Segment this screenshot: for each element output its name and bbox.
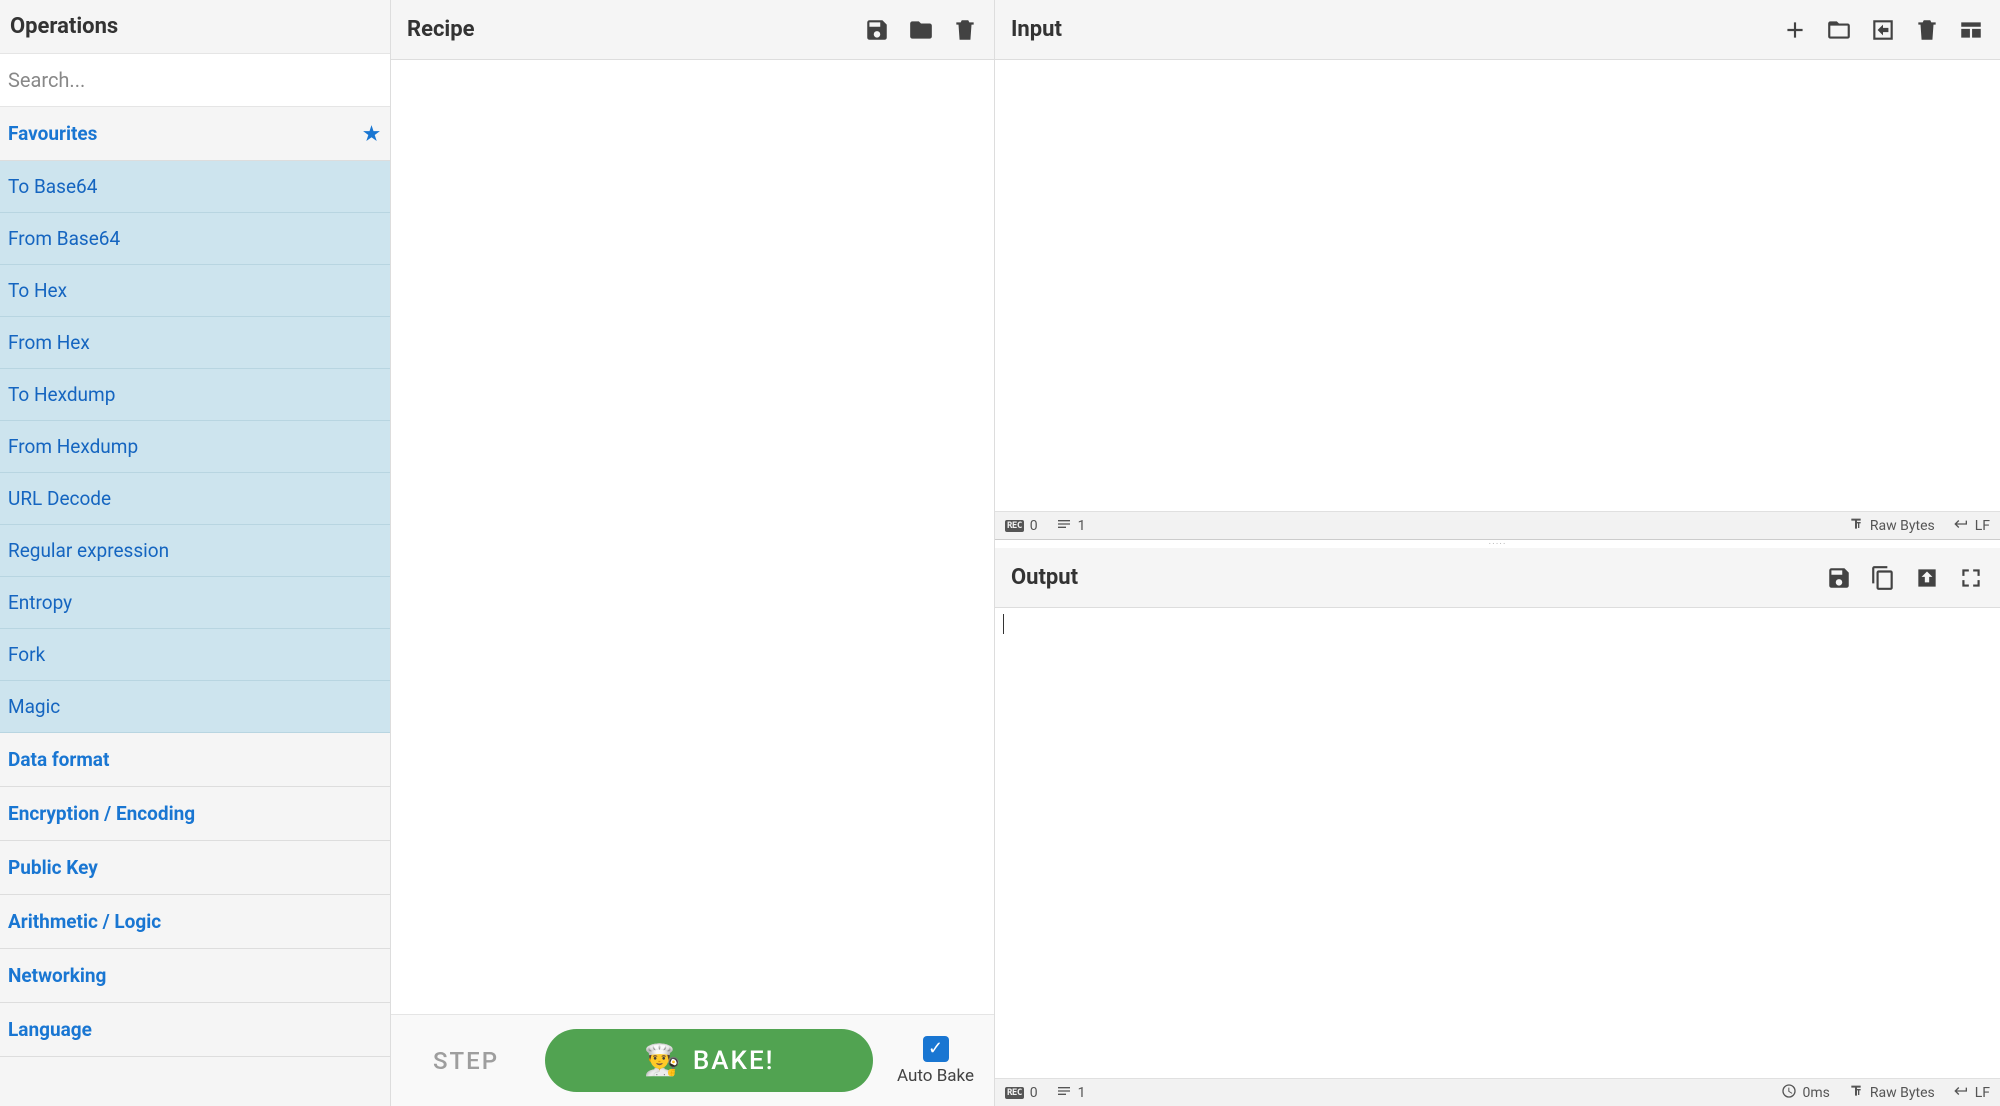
operation-item[interactable]: To Base64 — [0, 161, 390, 213]
recipe-title: Recipe — [407, 17, 475, 42]
category-header[interactable]: Data format — [0, 733, 390, 787]
operation-item[interactable]: To Hex — [0, 265, 390, 317]
return-icon — [1953, 1083, 1969, 1103]
output-status-bar: REC 0 1 0ms Raw Bytes — [995, 1078, 2000, 1106]
lines-icon — [1056, 1083, 1072, 1103]
input-status-bar: REC 0 1 Raw Bytes LF — [995, 511, 2000, 539]
rec-icon: REC — [1005, 1087, 1024, 1099]
text-type-icon — [1848, 1083, 1864, 1103]
operation-item[interactable]: From Base64 — [0, 213, 390, 265]
save-output-icon[interactable] — [1826, 565, 1852, 591]
operation-item[interactable]: Regular expression — [0, 525, 390, 577]
bake-button[interactable]: 👨‍🍳 BAKE! — [545, 1029, 873, 1092]
output-section: Output — [995, 548, 2000, 1106]
input-char-count: REC 0 — [1005, 518, 1038, 534]
output-encoding[interactable]: Raw Bytes — [1848, 1083, 1935, 1103]
category-header[interactable]: Arithmetic / Logic — [0, 895, 390, 949]
operations-list[interactable]: Favourites ★ To Base64From Base64To HexF… — [0, 107, 390, 1106]
category-header[interactable]: Language — [0, 1003, 390, 1057]
category-header[interactable]: Encryption / Encoding — [0, 787, 390, 841]
rec-icon: REC — [1005, 520, 1024, 532]
save-recipe-icon[interactable] — [864, 17, 890, 43]
input-textarea[interactable] — [995, 60, 2000, 511]
auto-bake-toggle[interactable]: ✓ Auto Bake — [897, 1036, 974, 1086]
text-type-icon — [1848, 516, 1864, 536]
clear-input-icon[interactable] — [1914, 17, 1940, 43]
output-time: 0ms — [1781, 1083, 1830, 1103]
operation-item[interactable]: Magic — [0, 681, 390, 733]
output-textarea[interactable] — [995, 608, 2000, 1078]
io-resize-handle[interactable]: ····· — [995, 540, 2000, 548]
lines-icon — [1056, 516, 1072, 536]
checkbox-checked-icon: ✓ — [923, 1036, 949, 1062]
output-title: Output — [1011, 565, 1078, 590]
recipe-header: Recipe — [391, 0, 994, 60]
load-recipe-icon[interactable] — [908, 17, 934, 43]
operation-item[interactable]: URL Decode — [0, 473, 390, 525]
input-line-count: 1 — [1056, 516, 1086, 536]
operation-item[interactable]: From Hexdump — [0, 421, 390, 473]
search-row — [0, 53, 390, 107]
operations-panel: Operations Favourites ★ To Base64From Ba… — [0, 0, 391, 1106]
open-file-icon[interactable] — [1870, 17, 1896, 43]
operation-item[interactable]: From Hex — [0, 317, 390, 369]
favourites-header[interactable]: Favourites ★ — [0, 107, 390, 161]
operations-title: Operations — [0, 0, 390, 53]
replace-input-icon[interactable] — [1914, 565, 1940, 591]
input-section: Input — [995, 0, 2000, 540]
recipe-panel: Recipe STEP 👨‍🍳 BAKE! ✓ — [391, 0, 995, 1106]
bake-row: STEP 👨‍🍳 BAKE! ✓ Auto Bake — [391, 1014, 994, 1106]
return-icon — [1953, 516, 1969, 536]
search-input[interactable] — [8, 68, 382, 92]
recipe-drop-area[interactable] — [391, 60, 994, 1014]
output-char-count: REC 0 — [1005, 1085, 1038, 1101]
maximize-output-icon[interactable] — [1958, 565, 1984, 591]
copy-output-icon[interactable] — [1870, 565, 1896, 591]
input-title: Input — [1011, 17, 1062, 42]
bake-label: BAKE! — [693, 1046, 775, 1076]
category-header[interactable]: Networking — [0, 949, 390, 1003]
operation-item[interactable]: Entropy — [0, 577, 390, 629]
clock-icon — [1781, 1083, 1797, 1103]
chef-icon: 👨‍🍳 — [644, 1043, 683, 1078]
input-view-icon[interactable] — [1958, 17, 1984, 43]
io-panel: Input — [995, 0, 2000, 1106]
step-button[interactable]: STEP — [411, 1039, 521, 1083]
open-folder-icon[interactable] — [1826, 17, 1852, 43]
output-header: Output — [995, 548, 2000, 608]
output-eol[interactable]: LF — [1953, 1083, 1990, 1103]
favourites-label: Favourites — [8, 122, 97, 145]
category-header[interactable]: Public Key — [0, 841, 390, 895]
input-encoding[interactable]: Raw Bytes — [1848, 516, 1935, 536]
clear-recipe-icon[interactable] — [952, 17, 978, 43]
auto-bake-label: Auto Bake — [897, 1066, 974, 1086]
input-eol[interactable]: LF — [1953, 516, 1990, 536]
operation-item[interactable]: Fork — [0, 629, 390, 681]
output-line-count: 1 — [1056, 1083, 1086, 1103]
input-header: Input — [995, 0, 2000, 60]
star-icon[interactable]: ★ — [363, 122, 380, 145]
operation-item[interactable]: To Hexdump — [0, 369, 390, 421]
add-input-tab-icon[interactable] — [1782, 17, 1808, 43]
